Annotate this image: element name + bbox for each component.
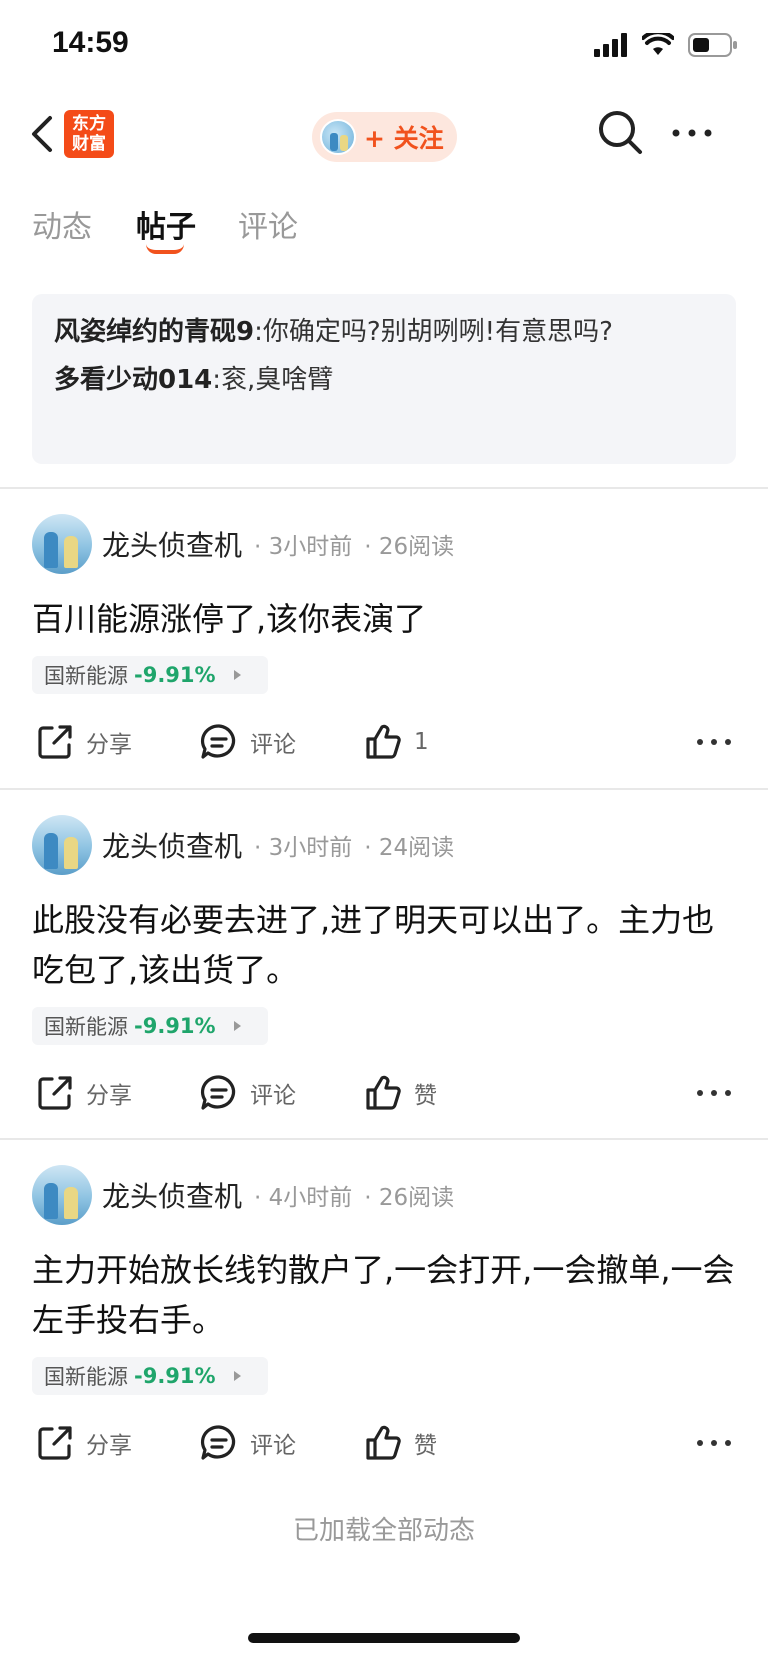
status-bar: 14:59	[0, 0, 768, 96]
tab-activity[interactable]: 动态	[32, 202, 92, 246]
comment-label: 评论	[250, 732, 296, 758]
share-button[interactable]: 分享	[36, 717, 132, 767]
post-header: 龙头侦查机 · 3小时前 · 24阅读	[32, 815, 454, 875]
author-name[interactable]: 龙头侦查机	[102, 825, 242, 865]
chevron-right-icon	[233, 670, 241, 680]
share-button[interactable]: 分享	[36, 1418, 132, 1468]
post-card[interactable]: 龙头侦查机 · 3小时前 · 24阅读 此股没有必要去进了,进了明天可以出了。主…	[0, 815, 768, 1135]
stock-change: -9.91%	[134, 663, 216, 687]
post-card[interactable]: 龙头侦查机 · 4小时前 · 26阅读 主力开始放长线钓散户了,一会打开,一会撤…	[0, 1165, 768, 1485]
like-label: 1	[414, 729, 429, 755]
more-icon[interactable]	[694, 1428, 734, 1458]
like-button[interactable]: 赞	[364, 1068, 437, 1118]
avatar[interactable]	[32, 815, 92, 875]
tab-indicator	[146, 244, 184, 254]
avatar[interactable]	[32, 1165, 92, 1225]
stock-chip[interactable]: 国新能源 -9.91%	[32, 656, 268, 694]
comment-icon	[200, 724, 236, 759]
stock-change: -9.91%	[134, 1014, 216, 1038]
status-icons	[594, 32, 738, 58]
post-actions: 分享 评论 1	[0, 717, 768, 767]
back-icon[interactable]	[26, 112, 60, 156]
comment-icon	[200, 1075, 236, 1110]
comment-text: 你确定吗?别胡咧咧!有意思吗?	[262, 317, 613, 347]
comment-author[interactable]: 风姿绰约的青砚9	[54, 317, 254, 347]
post-actions: 分享 评论 赞	[0, 1418, 768, 1468]
post-time: · 3小时前	[254, 534, 353, 560]
more-icon[interactable]	[694, 1078, 734, 1108]
thumbs-up-icon	[366, 724, 401, 759]
comment-text: 衮,臭啥臂	[221, 365, 334, 395]
follow-button[interactable]: + 关注	[312, 112, 457, 162]
stock-change: -9.91%	[134, 1364, 216, 1388]
comment-button[interactable]: 评论	[200, 717, 296, 767]
like-button[interactable]: 赞	[364, 1418, 437, 1468]
post-header: 龙头侦查机 · 3小时前 · 26阅读	[32, 514, 454, 574]
chevron-right-icon	[233, 1021, 241, 1031]
logo-line-2: 财富	[72, 134, 106, 154]
battery-icon	[688, 33, 737, 57]
share-icon	[38, 725, 72, 759]
divider	[0, 788, 768, 790]
post-header: 龙头侦查机 · 4小时前 · 26阅读	[32, 1165, 454, 1225]
comment-preview: 风姿绰约的青砚9:你确定吗?别胡咧咧!有意思吗?	[54, 317, 613, 347]
status-time: 14:59	[52, 26, 129, 59]
post-actions: 分享 评论 赞	[0, 1068, 768, 1118]
divider	[0, 487, 768, 489]
tab-posts[interactable]: 帖子	[136, 202, 196, 246]
nav-bar: 东方 财富 + 关注	[0, 100, 768, 170]
comment-label: 评论	[250, 1433, 296, 1459]
like-label: 赞	[414, 1433, 437, 1459]
post-time: · 3小时前	[254, 835, 353, 861]
avatar	[320, 119, 356, 155]
stock-name: 国新能源	[44, 664, 128, 688]
comment-button[interactable]: 评论	[200, 1068, 296, 1118]
stock-name: 国新能源	[44, 1365, 128, 1389]
signal-icon	[594, 33, 627, 57]
app-logo[interactable]: 东方 财富	[64, 110, 114, 158]
stock-chip[interactable]: 国新能源 -9.91%	[32, 1357, 268, 1395]
thumbs-up-icon	[366, 1075, 401, 1110]
tab-comments[interactable]: 评论	[238, 202, 298, 246]
post-text[interactable]: 此股没有必要去进了,进了明天可以出了。主力也吃包了,该出货了。	[32, 895, 742, 995]
read-count: · 26阅读	[364, 534, 455, 560]
divider	[0, 1138, 768, 1140]
share-icon	[38, 1426, 72, 1460]
chevron-right-icon	[233, 1371, 241, 1381]
post-text[interactable]: 主力开始放长线钓散户了,一会打开,一会撤单,一会左手投右手。	[32, 1245, 742, 1345]
more-icon[interactable]	[694, 727, 734, 757]
post-time: · 4小时前	[254, 1185, 353, 1211]
share-button[interactable]: 分享	[36, 1068, 132, 1118]
author-name[interactable]: 龙头侦查机	[102, 524, 242, 564]
like-button[interactable]: 1	[364, 717, 429, 767]
stock-chip[interactable]: 国新能源 -9.91%	[32, 1007, 268, 1045]
share-icon	[38, 1076, 72, 1110]
more-icon[interactable]	[670, 118, 714, 148]
follow-label: + 关注	[364, 124, 444, 153]
post-text[interactable]: 百川能源涨停了,该你表演了	[32, 594, 742, 644]
load-complete-text: 已加载全部动态	[292, 1516, 475, 1546]
share-label: 分享	[86, 732, 132, 758]
home-indicator[interactable]	[248, 1633, 520, 1643]
post-card[interactable]: 龙头侦查机 · 3小时前 · 26阅读 百川能源涨停了,该你表演了 国新能源 -…	[0, 514, 768, 784]
thumbs-up-icon	[366, 1425, 401, 1460]
like-label: 赞	[414, 1083, 437, 1109]
comment-author[interactable]: 多看少动014	[54, 365, 212, 395]
read-count: · 24阅读	[364, 835, 455, 861]
comment-preview: 多看少动014:衮,臭啥臂	[54, 365, 334, 395]
comment-button[interactable]: 评论	[200, 1418, 296, 1468]
share-label: 分享	[86, 1433, 132, 1459]
logo-line-1: 东方	[72, 114, 106, 134]
comment-label: 评论	[250, 1083, 296, 1109]
avatar[interactable]	[32, 514, 92, 574]
stock-name: 国新能源	[44, 1015, 128, 1039]
comment-icon	[200, 1425, 236, 1460]
comment-preview-box[interactable]: 风姿绰约的青砚9:你确定吗?别胡咧咧!有意思吗? 多看少动014:衮,臭啥臂	[32, 294, 736, 464]
author-name[interactable]: 龙头侦查机	[102, 1175, 242, 1215]
read-count: · 26阅读	[364, 1185, 455, 1211]
share-label: 分享	[86, 1083, 132, 1109]
wifi-icon	[642, 33, 674, 55]
search-icon[interactable]	[596, 108, 644, 156]
tab-bar: 动态 帖子 评论	[0, 192, 768, 256]
